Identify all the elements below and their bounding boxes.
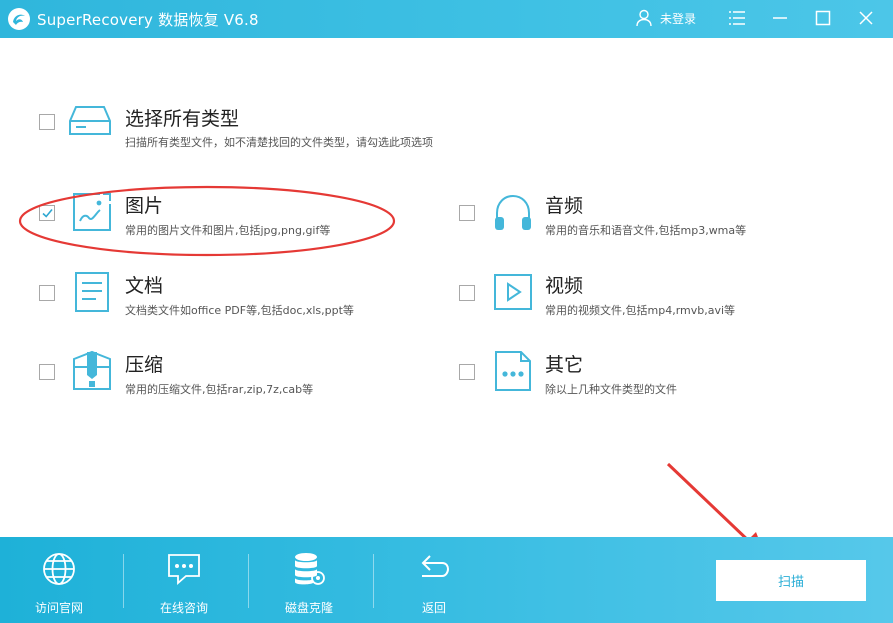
checkmark-icon [42,208,53,218]
image-icon [73,193,111,231]
option-title: 音频 [545,195,584,217]
app-title: SuperRecovery 数据恢复 V6.8 [37,11,259,29]
checkbox-video[interactable] [459,285,475,301]
user-icon [636,9,652,27]
return-arrow-icon [421,555,450,577]
option-title: 选择所有类型 [125,108,240,130]
app-logo-icon [8,8,30,30]
hard-drive-icon [69,106,111,135]
checkbox-documents[interactable] [39,285,55,301]
option-title: 压缩 [125,354,164,376]
archive-icon [73,350,111,390]
option-title: 视频 [545,275,584,297]
option-title: 图片 [125,195,164,217]
option-desc: 常用的图片文件和图片,包括jpg,png,gif等 [125,224,331,237]
menu-icon [729,11,745,25]
menu-button[interactable] [724,5,750,31]
option-desc: 除以上几种文件类型的文件 [545,383,677,396]
close-icon [859,11,873,25]
option-desc: 常用的音乐和语音文件,包括mp3,wma等 [545,224,747,237]
checkbox-all-types[interactable] [39,114,55,130]
disk-clone-label: 磁盘克隆 [284,601,333,615]
database-icon [295,553,325,585]
divider [373,554,374,608]
disk-clone-button[interactable]: 磁盘克隆 [265,547,353,617]
visit-website-label: 访问官网 [34,601,83,615]
option-desc: 常用的压缩文件,包括rar,zip,7z,cab等 [125,383,314,396]
globe-icon [43,553,75,585]
other-file-icon [495,351,531,391]
online-consult-label: 在线咨询 [159,601,208,615]
login-status: 未登录 [660,11,697,26]
login-button[interactable]: 未登录 [634,7,696,29]
divider [248,554,249,608]
maximize-icon [815,10,831,26]
bottom-toolbar: 访问官网 在线咨询 磁盘克隆 返回 扫描 [0,537,893,623]
option-desc: 扫描所有类型文件，如不清楚找回的文件类型，请勾选此项选项 [125,136,433,149]
option-desc: 文档类文件如office PDF等,包括doc,xls,ppt等 [125,304,354,317]
checkbox-images[interactable] [39,205,55,221]
title-bar: SuperRecovery 数据恢复 V6.8 未登录 [0,0,893,38]
scan-button[interactable]: 扫描 [716,560,866,601]
close-button[interactable] [853,5,879,31]
checkbox-archive[interactable] [39,364,55,380]
option-desc: 常用的视频文件,包括mp4,rmvb,avi等 [545,304,736,317]
option-title: 其它 [545,354,584,376]
minimize-icon [773,17,787,19]
checkbox-audio[interactable] [459,205,475,221]
back-label: 返回 [421,601,446,615]
chat-icon [168,554,200,585]
visit-website-button[interactable]: 访问官网 [15,547,103,617]
headphones-icon [495,194,531,230]
checkbox-other[interactable] [459,364,475,380]
back-button[interactable]: 返回 [390,547,478,617]
online-consult-button[interactable]: 在线咨询 [140,547,228,617]
document-icon [75,272,109,312]
option-title: 文档 [125,275,164,297]
minimize-button[interactable] [767,5,793,31]
maximize-button[interactable] [810,5,836,31]
play-icon [494,274,532,310]
divider [123,554,124,608]
